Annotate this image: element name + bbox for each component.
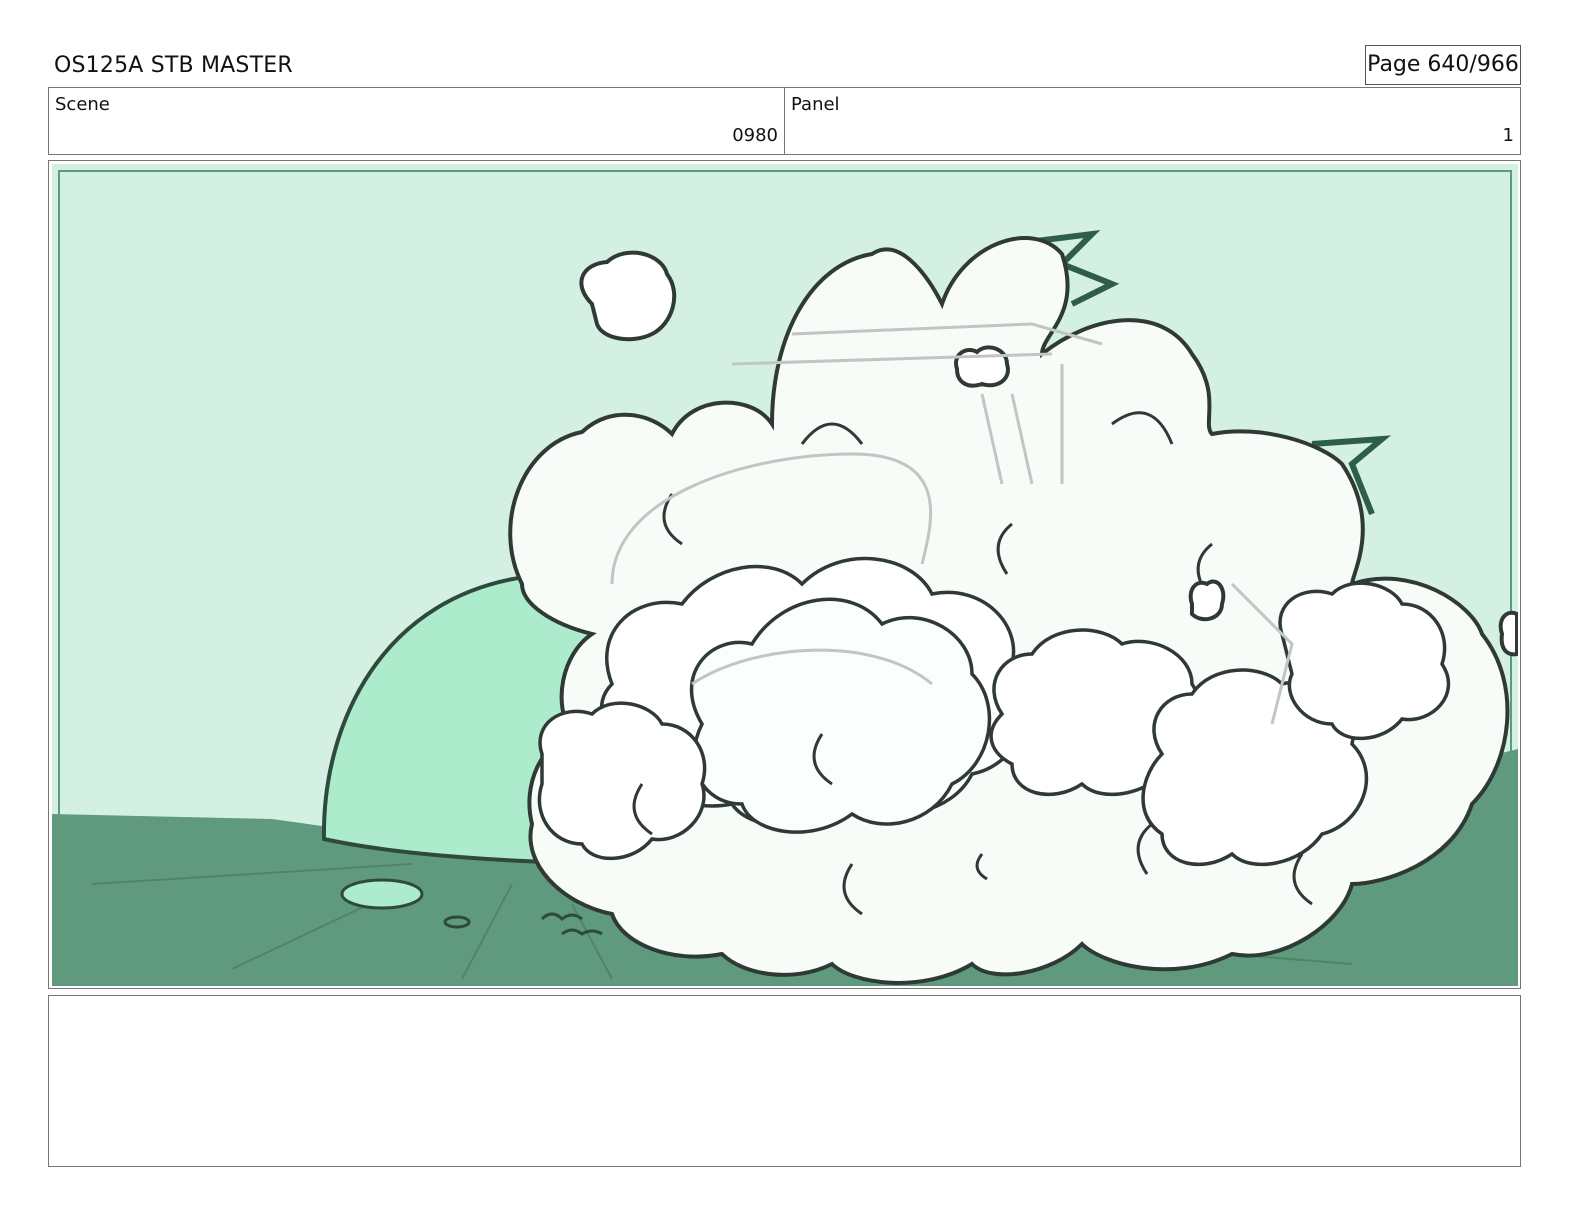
panel-number: 1 bbox=[1502, 125, 1514, 146]
panel-label: Panel bbox=[791, 94, 840, 115]
panel-cell: Panel 1 bbox=[784, 88, 1520, 154]
scene-label: Scene bbox=[55, 94, 110, 115]
panel-drawing bbox=[52, 164, 1518, 986]
scene-panel-row: Scene 0980 Panel 1 bbox=[48, 87, 1521, 155]
storyboard-title: OS125A STB MASTER bbox=[54, 53, 293, 78]
scene-number: 0980 bbox=[732, 125, 778, 146]
storyboard-frame bbox=[48, 160, 1521, 989]
scene-cell: Scene 0980 bbox=[49, 88, 784, 154]
panel-notes-box bbox=[48, 995, 1521, 1167]
page-number: Page 640/966 bbox=[1365, 45, 1521, 85]
